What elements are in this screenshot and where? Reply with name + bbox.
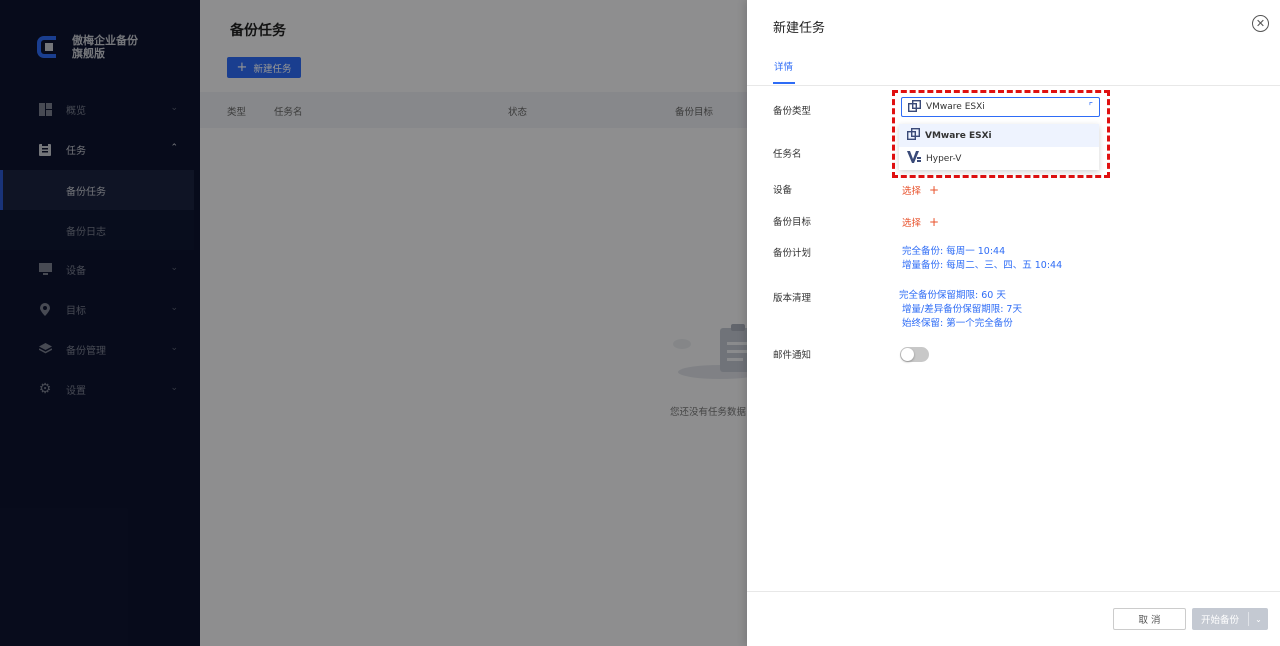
select-target-label: 选择 — [902, 218, 922, 229]
backup-plan-label: 备份计划 — [773, 248, 812, 259]
option-label: VMware ESXi — [925, 130, 992, 141]
cleanup-full: 完全备份保留期限: 60 天 — [899, 290, 1006, 301]
hyperv-icon — [907, 151, 921, 166]
drawer-title: 新建任务 — [773, 21, 826, 36]
option-vmware-esxi[interactable]: VMware ESXi — [899, 124, 1099, 147]
plus-icon: + — [929, 215, 940, 229]
backup-plan-value[interactable]: 完全备份: 每周一 10:44 增量备份: 每周二、三、四、五 10:44 — [902, 245, 1062, 273]
cancel-button[interactable]: 取 消 — [1113, 608, 1186, 630]
tab-underline — [773, 82, 795, 84]
vmware-icon — [906, 127, 920, 143]
cleanup-incremental: 增量/差异备份保留期限: 7天 — [902, 304, 1022, 315]
new-task-drawer: 新建任务 ✕ 详情 备份类型 任务名 设备 备份目标 备份计划 版本清理 邮件通… — [747, 0, 1280, 646]
backup-type-dropdown: VMware ESXi Hyper-V — [899, 124, 1099, 170]
option-hyper-v[interactable]: Hyper-V — [899, 147, 1099, 170]
email-notification-label: 邮件通知 — [773, 350, 812, 361]
chevron-down-icon[interactable]: ⌄ — [1249, 615, 1268, 624]
version-cleanup-label: 版本清理 — [773, 293, 812, 304]
backup-target-label: 备份目标 — [773, 217, 812, 228]
backup-type-label: 备份类型 — [773, 106, 812, 117]
select-target-link[interactable]: 选择 + — [902, 215, 939, 229]
backup-type-value: VMware ESXi — [926, 102, 985, 112]
email-notification-toggle[interactable] — [900, 347, 929, 362]
divider — [747, 85, 1280, 86]
version-cleanup-value[interactable]: 完全备份保留期限: 60 天 增量/差异备份保留期限: 7天 始终保留: 第一个… — [899, 289, 1022, 331]
close-icon[interactable]: ✕ — [1252, 15, 1269, 32]
tab-details[interactable]: 详情 — [774, 59, 793, 73]
start-backup-label: 开始备份 — [1200, 615, 1239, 626]
start-backup-button[interactable]: 开始备份 ⌄ — [1192, 608, 1268, 630]
plan-incremental: 增量备份: 每周二、三、四、五 10:44 — [902, 260, 1063, 271]
plus-icon: + — [929, 183, 940, 197]
plan-full: 完全备份: 每周一 10:44 — [902, 246, 1006, 257]
chevron-up-icon: ⌜ — [1088, 102, 1093, 112]
task-name-label: 任务名 — [773, 149, 802, 160]
modal-overlay[interactable] — [0, 0, 747, 646]
select-device-label: 选择 — [902, 186, 922, 197]
toggle-knob — [901, 348, 914, 361]
select-device-link[interactable]: 选择 + — [902, 183, 939, 197]
device-label: 设备 — [773, 185, 793, 196]
vmware-icon — [907, 99, 921, 115]
backup-type-select[interactable]: VMware ESXi ⌜ — [901, 97, 1100, 117]
option-label: Hyper-V — [926, 153, 962, 164]
footer-divider — [747, 591, 1280, 592]
cleanup-always: 始终保留: 第一个完全备份 — [902, 318, 1013, 329]
